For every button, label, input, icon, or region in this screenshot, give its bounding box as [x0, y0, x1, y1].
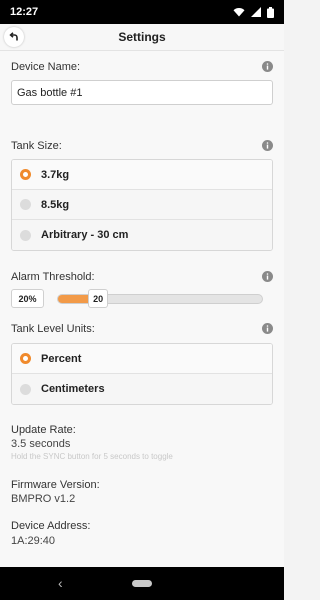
- signal-icon: [251, 7, 261, 17]
- option-label: Percent: [41, 352, 82, 365]
- firmware-version-label: Firmware Version:: [11, 479, 100, 491]
- status-icons: [233, 6, 274, 18]
- alarm-threshold-label: Alarm Threshold:: [11, 271, 95, 283]
- tank-level-units-label: Tank Level Units:: [11, 323, 95, 335]
- info-icon[interactable]: [262, 323, 273, 334]
- units-option-centimeters[interactable]: Centimeters: [12, 374, 272, 404]
- radio-unselected[interactable]: [20, 229, 31, 241]
- firmware-version-value: BMPRO v1.2: [11, 493, 76, 505]
- option-label: Centimeters: [41, 383, 105, 395]
- device-name-input[interactable]: [11, 80, 273, 105]
- back-arrow-icon: [9, 32, 18, 41]
- update-rate-value: 3.5 seconds: [11, 438, 71, 450]
- tank-size-option-3-7kg[interactable]: 3.7kg: [12, 160, 272, 190]
- device-address-value: 1A:29:40: [11, 535, 56, 547]
- tank-level-units-options: Percent Centimeters: [11, 343, 273, 405]
- tank-size-option-arbitrary[interactable]: Arbitrary - 30 cm: [12, 220, 272, 250]
- status-bar: 12:27: [0, 0, 284, 24]
- wifi-icon: [233, 8, 245, 17]
- nav-back-icon[interactable]: ‹: [58, 575, 63, 591]
- battery-icon: [267, 6, 274, 18]
- units-option-percent[interactable]: Percent: [12, 344, 272, 374]
- radio-selected[interactable]: [20, 353, 31, 364]
- info-icon[interactable]: [262, 61, 273, 72]
- threshold-value-display: 20%: [11, 289, 44, 308]
- update-rate-label: Update Rate:: [11, 424, 76, 436]
- back-button[interactable]: [4, 27, 24, 47]
- option-label: 3.7kg: [41, 168, 70, 181]
- tank-size-option-8-5kg[interactable]: 8.5kg: [12, 190, 272, 220]
- info-icon[interactable]: [262, 140, 273, 151]
- system-nav-bar: ‹: [0, 567, 284, 600]
- device-address-label: Device Address:: [11, 520, 91, 532]
- update-rate-hint: Hold the SYNC button for 5 seconds to to…: [11, 452, 173, 461]
- option-label: 8.5kg: [41, 198, 70, 211]
- tank-size-label: Tank Size:: [11, 140, 62, 152]
- tank-size-options: 3.7kg 8.5kg Arbitrary - 30 cm: [11, 159, 273, 251]
- nav-home-icon[interactable]: [132, 580, 152, 587]
- radio-unselected[interactable]: [20, 199, 31, 210]
- app-header: Settings: [0, 24, 284, 51]
- radio-selected[interactable]: [20, 169, 31, 180]
- radio-unselected[interactable]: [20, 383, 31, 395]
- status-time: 12:27: [10, 6, 39, 18]
- info-icon[interactable]: [262, 271, 273, 282]
- settings-content[interactable]: Device Name: Tank Size: 3.7kg 8.5kg Arbi…: [0, 51, 284, 567]
- option-label: Arbitrary - 30 cm: [41, 229, 129, 241]
- page-title: Settings: [118, 30, 166, 44]
- device-name-label: Device Name:: [11, 61, 81, 73]
- threshold-slider-handle[interactable]: 20: [88, 289, 109, 308]
